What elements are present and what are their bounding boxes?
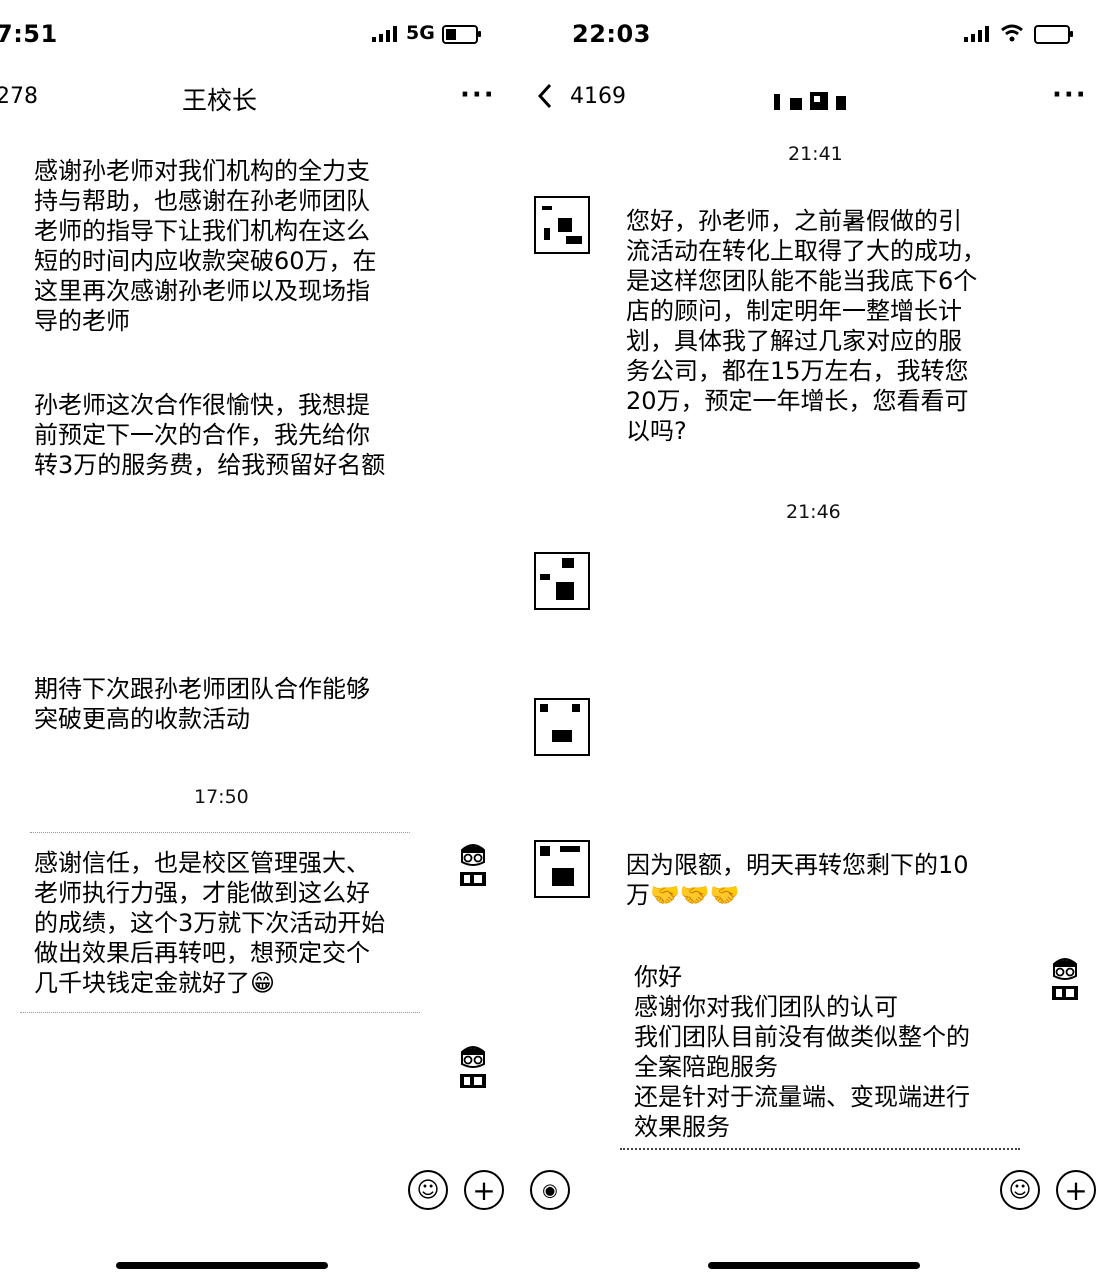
message-bubble: 您好，孙老师，之前暑假做的引 流活动在转化上取得了大的成功， 是这样您团队能不能… xyxy=(626,207,986,445)
back-chevron-icon[interactable] xyxy=(536,82,554,110)
message-timestamp: 21:41 xyxy=(788,143,843,165)
signal-icon xyxy=(964,26,992,42)
bubble-border xyxy=(620,1148,1020,1150)
bubble-border xyxy=(20,1012,420,1013)
signal-icon xyxy=(372,26,402,42)
emoji-icon[interactable]: ☺ xyxy=(1000,1170,1040,1210)
voice-input-icon[interactable]: ◉ xyxy=(530,1170,570,1210)
message-timestamp: 17:50 xyxy=(194,786,249,808)
back-unread-count[interactable]: 278 xyxy=(0,84,38,109)
status-time: 22:03 xyxy=(572,20,651,48)
home-indicator xyxy=(116,1262,328,1269)
user-avatar[interactable] xyxy=(1048,954,1082,1004)
message-bubble-sent: 感谢信任，也是校区管理强大、 老师执行力强，才能做到这么好 的成绩，这个3万就下… xyxy=(34,849,386,997)
message-bubble: 期待下次跟孙老师团队合作能够 突破更高的收款活动 xyxy=(34,675,370,733)
message-timestamp: 21:46 xyxy=(786,501,841,523)
message-bubble-sent: 你好 感谢你对我们团队的认可 我们团队目前没有做类似整个的 全案陪跑服务 还是针… xyxy=(634,963,970,1141)
message-bubble: 因为限额，明天再转您剩下的10 万🤝🤝🤝 xyxy=(626,851,969,909)
home-indicator xyxy=(708,1262,920,1269)
bubble-border xyxy=(30,832,410,833)
message-bubble: 感谢孙老师对我们机构的全力支 持与帮助，也感谢在孙老师团队 老师的指导下让我们机… xyxy=(34,157,377,335)
more-options-button[interactable]: ··· xyxy=(1052,80,1088,110)
plus-icon[interactable]: + xyxy=(1056,1170,1096,1210)
contact-avatar[interactable] xyxy=(534,698,590,756)
wifi-icon xyxy=(1001,24,1023,42)
contact-avatar[interactable] xyxy=(534,552,590,610)
message-bubble: 孙老师这次合作很愉快，我想提 前预定下一次的合作，我先给你 转3万的服务费，给我… xyxy=(34,391,386,479)
user-avatar[interactable] xyxy=(456,1042,490,1092)
contact-avatar[interactable] xyxy=(534,196,590,254)
battery-icon xyxy=(442,25,481,44)
battery-icon xyxy=(1034,25,1073,44)
user-avatar[interactable] xyxy=(456,840,490,890)
back-unread-count[interactable]: 4169 xyxy=(570,84,626,109)
chat-title-obscured xyxy=(774,92,846,110)
more-options-button[interactable]: ··· xyxy=(460,80,496,110)
status-time: 7:51 xyxy=(0,20,58,48)
contact-avatar[interactable] xyxy=(534,840,590,898)
plus-icon[interactable]: + xyxy=(464,1170,504,1210)
network-label: 5G xyxy=(406,22,435,44)
emoji-icon[interactable]: ☺ xyxy=(408,1170,448,1210)
chat-title: 王校长 xyxy=(182,86,258,115)
